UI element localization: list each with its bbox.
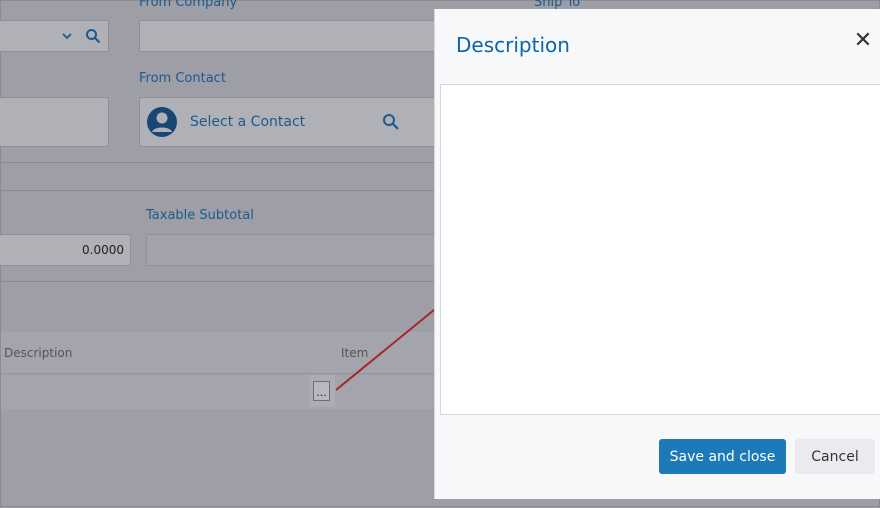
description-dialog: Description ✕ Save and close Cancel [434, 9, 880, 499]
close-icon[interactable]: ✕ [853, 30, 873, 52]
description-editor[interactable] [440, 84, 880, 415]
dialog-title: Description [456, 33, 570, 57]
save-and-close-button[interactable]: Save and close [659, 439, 786, 474]
cancel-button[interactable]: Cancel [795, 439, 875, 474]
